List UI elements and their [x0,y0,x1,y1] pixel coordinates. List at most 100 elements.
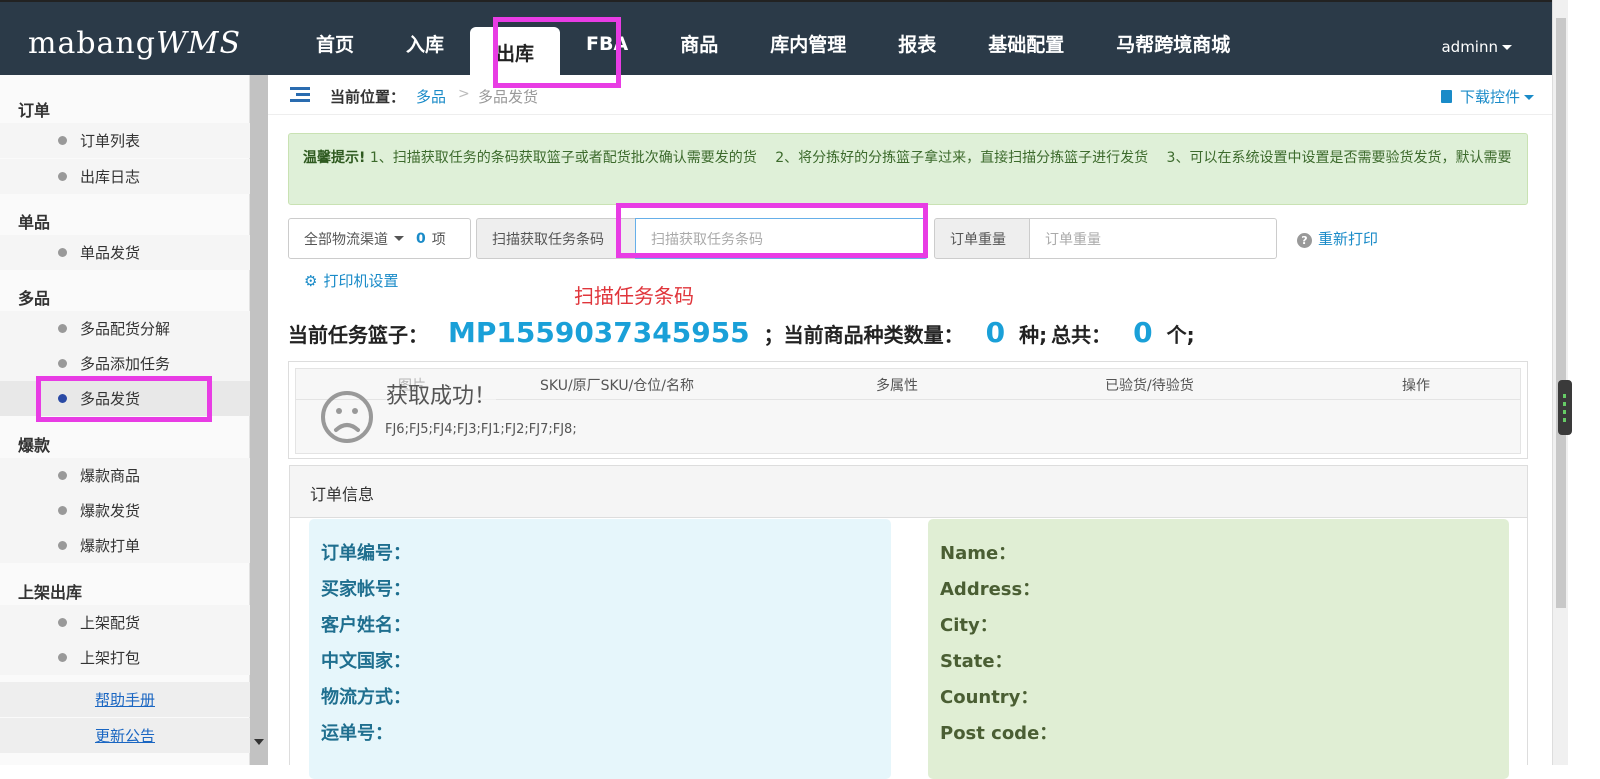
sidebar-item-single-ship[interactable]: 单品发货 [0,235,250,270]
field-customer-name: 客户姓名： [321,615,411,636]
sad-face-icon [321,391,373,443]
order-info-panel: 订单信息 订单编号： 买家帐号： 客户姓名： 中文国家： 物流方式： 运单号： … [289,465,1528,779]
bullet-icon [58,172,67,181]
breadcrumb-current: 多品发货 [478,88,539,106]
bullet-icon [58,359,67,368]
field-state: State： [940,651,1013,672]
reprint-button[interactable]: ? 重新打印 [1297,228,1378,249]
sidebar-section-multi: 多品 [18,289,51,308]
kinds-count: 0 [985,316,1006,349]
basket-label: 当前任务篮子： [288,323,428,347]
scrollbar-thumb[interactable] [1556,18,1566,608]
tip-title: 温馨提示! [303,150,366,166]
question-icon: ? [1297,233,1312,248]
sidebar-section-hot: 爆款 [18,436,51,455]
scan-label: 扫描获取任务条码 [476,218,636,259]
bullet-icon [58,506,67,515]
field-name: Name： [940,543,1017,564]
breadcrumb: 当前位置： 多品 > 多品发货 下载控件 [268,75,1552,115]
chevron-down-icon [394,236,404,241]
printer-settings-link[interactable]: ⚙ 打印机设置 [304,270,398,291]
col-attributes: 多属性 [876,378,918,394]
channel-count: 0 [416,230,426,247]
field-post-code: Post code： [940,723,1058,744]
breadcrumb-parent[interactable]: 多品 [416,86,446,107]
total-label: 总共： [1051,323,1112,347]
order-info-title: 订单信息 [290,466,1527,518]
help-manual-link[interactable]: 帮助手册 [0,682,250,717]
user-menu[interactable]: adminn [1441,38,1512,56]
bullet-icon [58,653,67,662]
tip-alert: 温馨提示! 1、扫描获取任务的条码获取篮子或者配货批次确认需要发的货 2、将分拣… [288,133,1528,205]
app-logo[interactable]: mabangWMS [28,26,241,61]
username: adminn [1441,38,1498,56]
bullet-icon [58,471,67,480]
scroll-down-icon[interactable] [254,739,264,745]
nav-inbound[interactable]: 入库 [380,2,470,77]
sidebar-item-hot-ship[interactable]: 爆款发货 [0,493,250,528]
sidebar-item-multi-allocate[interactable]: 多品配货分解 [0,311,250,346]
highlight-scan-input [616,203,928,258]
highlight-multi-ship [36,376,212,422]
sidebar-scrollbar[interactable] [250,75,268,765]
field-tracking-number: 运单号： [321,723,393,744]
chevron-down-icon [1524,95,1534,100]
sidebar-item-hot-print[interactable]: 爆款打单 [0,528,250,563]
tip-text: 1、扫描获取任务的条码获取篮子或者配货批次确认需要发的货 2、将分拣好的分拣篮子… [365,150,1512,166]
chevron-down-icon [1502,45,1512,50]
col-sku: SKU/原厂SKU/仓位/名称 [540,378,695,394]
nav-reports[interactable]: 报表 [872,2,962,77]
nav-basic-config[interactable]: 基础配置 [962,2,1090,77]
total-count: 0 [1133,316,1153,349]
breadcrumb-separator: > [458,86,470,102]
nav-home[interactable]: 首页 [290,2,380,77]
side-widget-handle[interactable] [1558,380,1572,435]
bullet-icon [58,324,67,333]
basket-codes: FJ6;FJ5;FJ4;FJ3;FJ1;FJ2;FJ7;FJ8; [385,422,577,437]
sidebar-section-single: 单品 [18,213,51,232]
nav-products[interactable]: 商品 [654,2,744,77]
order-info-right: Name： Address： City： State： Country： Pos… [928,519,1509,779]
order-info-left: 订单编号： 买家帐号： 客户姓名： 中文国家： 物流方式： 运单号： [309,519,891,779]
sidebar-item-hot-products[interactable]: 爆款商品 [0,458,250,493]
sidebar-item-order-list[interactable]: 订单列表 [0,123,250,158]
channel-unit: 项 [431,231,446,248]
bullet-icon [58,618,67,627]
col-actions: 操作 [1402,378,1430,394]
channel-select[interactable]: 全部物流渠道 0项 [288,218,471,259]
kinds-unit: 种; [1019,323,1048,347]
kinds-label: ；当前商品种类数量： [763,323,964,347]
top-navbar: mabangWMS 首页 入库 出库 FBA 商品 库内管理 报表 基础配置 马… [0,0,1552,77]
total-unit: 个; [1166,323,1195,347]
sidebar-section-shelf: 上架出库 [18,583,83,602]
breadcrumb-label: 当前位置： [330,88,406,106]
weight-label: 订单重量 [934,218,1030,259]
col-inspected: 已验货/待验货 [1105,378,1194,394]
field-address: Address： [940,579,1041,600]
main-nav: 首页 入库 出库 FBA 商品 库内管理 报表 基础配置 马帮跨境商城 [290,2,1256,77]
sidebar-section-orders: 订单 [18,101,51,120]
menu-toggle-icon[interactable] [290,87,310,103]
task-summary: 当前任务篮子： MP1559037345955 ；当前商品种类数量： 0 种; … [288,316,1195,349]
field-country: Country： [940,687,1039,708]
order-weight-input[interactable]: 订单重量 [1029,218,1277,259]
bullet-icon [58,541,67,550]
bullet-icon [58,248,67,257]
sidebar-item-shelf-pack[interactable]: 上架打包 [0,640,250,675]
field-city: City： [940,615,998,636]
scan-annotation: 扫描任务条码 [574,284,694,308]
gear-icon: ⚙ [304,272,318,290]
result-message: 获取成功！ [386,378,497,410]
field-country-cn: 中文国家： [321,651,411,672]
basket-code: MP1559037345955 [448,316,750,349]
nav-warehouse-management[interactable]: 库内管理 [744,2,872,77]
field-order-number: 订单编号： [321,543,411,564]
nav-mall[interactable]: 马帮跨境商城 [1090,2,1256,77]
bullet-icon [58,136,67,145]
download-plugin-button[interactable]: 下载控件 [1440,86,1534,107]
sidebar-item-outbound-log[interactable]: 出库日志 [0,159,250,194]
sidebar-item-shelf-allocate[interactable]: 上架配货 [0,605,250,640]
download-icon [1440,90,1452,103]
update-notice-link[interactable]: 更新公告 [0,718,250,753]
field-shipping-method: 物流方式： [321,687,411,708]
